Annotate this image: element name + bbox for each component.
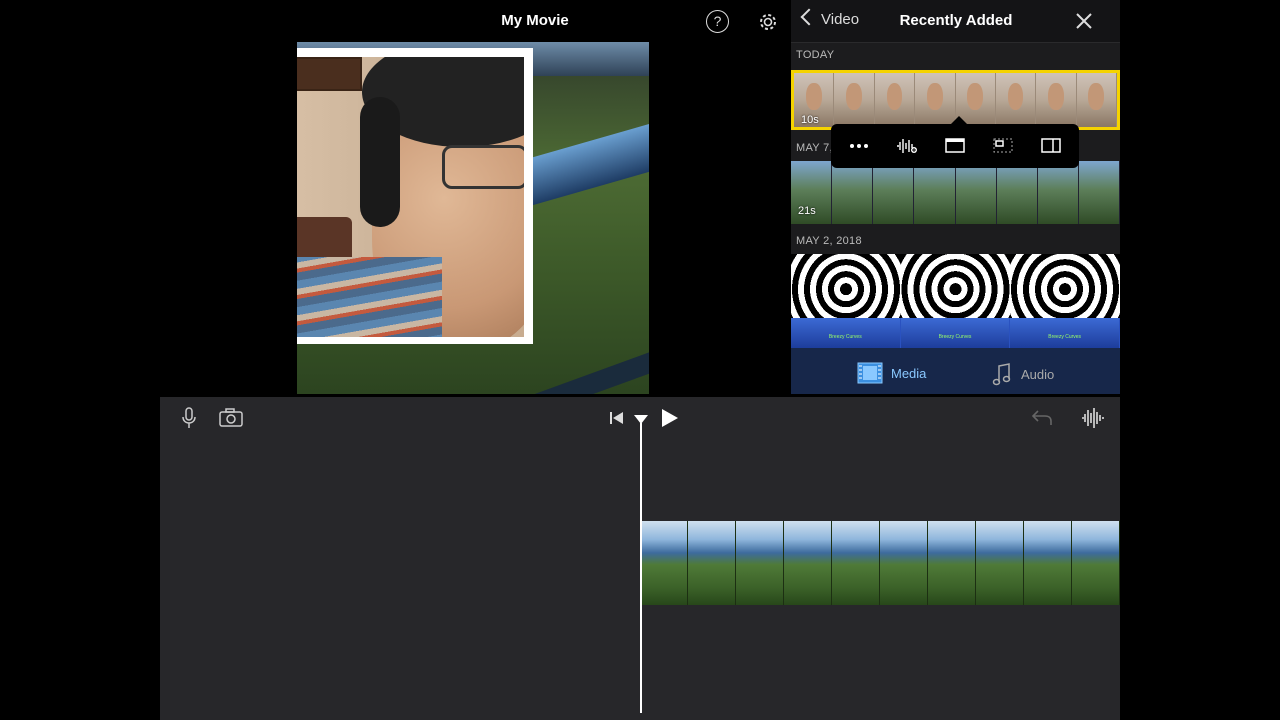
preview-viewer[interactable] [297,42,649,394]
back-label: Video [821,11,860,28]
banner-text: Breezy Curves [828,334,862,340]
more-icon[interactable] [847,134,871,158]
media-tab-bar: Media Audio [791,348,1120,394]
striped-shirt [297,257,442,337]
tab-media[interactable]: Media [857,362,926,384]
wall-picture [297,57,362,91]
imovie-app: My Movie ? Video Recently Added TODAY 10… [160,0,1120,720]
skip-to-start-icon[interactable] [604,405,630,431]
project-title: My Movie [501,12,569,29]
clip-action-toolbar [831,116,1079,168]
banner-text: Breezy Curves [1048,334,1082,340]
tab-audio[interactable]: Audio [991,362,1054,386]
play-icon[interactable] [656,405,682,431]
tab-audio-label: Audio [1021,366,1055,382]
gear-icon[interactable] [756,10,780,34]
section-today: TODAY [796,49,835,61]
clip-duration: 21s [798,205,816,217]
browser-title: Recently Added [899,12,1013,29]
section-may2: MAY 2, 2018 [796,235,862,247]
playhead [640,423,642,713]
help-icon[interactable]: ? [706,10,729,33]
cutaway-icon[interactable] [943,134,967,158]
close-icon[interactable] [1075,12,1093,30]
music-note-icon [992,363,1011,386]
headphones [360,97,400,227]
clip-may2-spiral[interactable] [791,254,1120,318]
audio-only-icon[interactable] [895,134,919,158]
media-browser: Video Recently Added TODAY 10s MAY 7, 20… [791,0,1120,394]
banner-text: Breezy Curves [938,334,972,340]
timeline[interactable] [160,397,1120,720]
pip-video [297,57,524,337]
audio-waveform-icon[interactable] [1080,405,1106,431]
clip-may7[interactable]: 21s [791,161,1120,224]
camera-icon[interactable] [218,405,244,431]
picture-in-picture[interactable] [297,48,533,344]
railing-bottom [499,338,649,394]
film-icon [857,362,883,384]
clip-may2-banner[interactable]: Breezy Curves Breezy Curves Breezy Curve… [791,318,1120,348]
clip-duration: 10s [801,114,819,126]
microphone-icon[interactable] [176,405,202,431]
tab-media-label: Media [891,365,927,381]
glasses [442,145,524,189]
undo-icon[interactable] [1029,405,1055,431]
media-browser-header: Video Recently Added [791,0,1120,43]
picture-in-picture-icon[interactable] [991,134,1015,158]
split-screen-icon[interactable] [1039,134,1063,158]
timeline-video-clip[interactable] [640,521,1120,605]
chevron-left-icon [800,8,818,26]
back-button[interactable]: Video [800,8,860,28]
